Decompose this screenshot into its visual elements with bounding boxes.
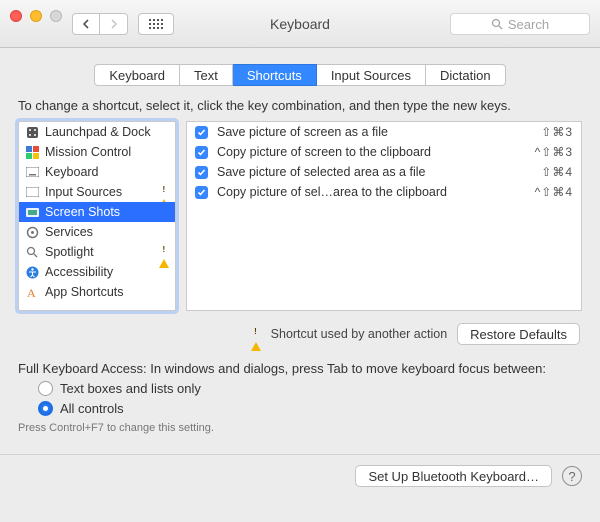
search-icon [491, 18, 503, 30]
shortcut-row[interactable]: Save picture of selected area as a file … [187, 162, 581, 182]
category-app-shortcuts[interactable]: A App Shortcuts [19, 282, 175, 302]
category-spotlight[interactable]: Spotlight [19, 242, 175, 262]
spotlight-icon [25, 245, 39, 259]
shortcut-keys[interactable]: ⇧⌘3 [541, 125, 573, 139]
fka-option-all-controls[interactable]: All controls [38, 401, 582, 416]
category-list[interactable]: Launchpad & Dock Mission Control Keyboar… [18, 121, 176, 311]
warning-icon [251, 327, 261, 342]
shortcut-label: Save picture of screen as a file [217, 125, 532, 139]
shortcut-keys[interactable]: ⇧⌘4 [541, 165, 573, 179]
category-launchpad[interactable]: Launchpad & Dock [19, 122, 175, 142]
fka-hint: Press Control+F7 to change this setting. [18, 422, 582, 434]
mission-control-icon [25, 145, 39, 159]
shortcut-list[interactable]: Save picture of screen as a file ⇧⌘3 Cop… [186, 121, 582, 311]
accessibility-icon [25, 265, 39, 279]
titlebar: Keyboard Search [0, 0, 600, 48]
search-placeholder: Search [508, 17, 549, 32]
tabbar: Keyboard Text Shortcuts Input Sources Di… [18, 64, 582, 86]
fka-option-text-boxes[interactable]: Text boxes and lists only [38, 381, 582, 396]
tab-input-sources[interactable]: Input Sources [317, 64, 426, 86]
restore-defaults-button[interactable]: Restore Defaults [457, 323, 580, 345]
zoom-icon [50, 10, 62, 22]
services-icon [25, 225, 39, 239]
app-shortcuts-icon: A [25, 285, 39, 299]
category-services[interactable]: Services [19, 222, 175, 242]
radio-button[interactable] [38, 401, 53, 416]
nav-buttons [72, 13, 128, 35]
show-all-button[interactable] [138, 13, 174, 35]
category-mission-control[interactable]: Mission Control [19, 142, 175, 162]
close-icon[interactable] [10, 10, 22, 22]
category-accessibility[interactable]: Accessibility [19, 262, 175, 282]
shortcut-label: Save picture of selected area as a file [217, 165, 532, 179]
shortcut-keys[interactable]: ^⇧⌘3 [535, 145, 573, 159]
shortcut-keys[interactable]: ^⇧⌘4 [535, 185, 573, 199]
checkbox[interactable] [195, 146, 208, 159]
shortcut-row[interactable]: Save picture of screen as a file ⇧⌘3 [187, 122, 581, 142]
back-button[interactable] [72, 13, 100, 35]
instruction-text: To change a shortcut, select it, click t… [18, 98, 582, 113]
tab-text[interactable]: Text [180, 64, 233, 86]
category-screen-shots[interactable]: Screen Shots [19, 202, 175, 222]
shortcut-label: Copy picture of sel…area to the clipboar… [217, 185, 526, 199]
svg-text:A: A [27, 286, 36, 299]
input-sources-icon [25, 185, 39, 199]
screenshot-icon [25, 205, 39, 219]
shortcut-row[interactable]: Copy picture of screen to the clipboard … [187, 142, 581, 162]
fka-heading: Full Keyboard Access: In windows and dia… [18, 361, 582, 376]
launchpad-icon [25, 125, 39, 139]
bluetooth-keyboard-button[interactable]: Set Up Bluetooth Keyboard… [355, 465, 552, 487]
forward-button [100, 13, 128, 35]
checkbox[interactable] [195, 126, 208, 139]
tab-keyboard[interactable]: Keyboard [94, 64, 180, 86]
category-input-sources[interactable]: Input Sources [19, 182, 175, 202]
warning-icon [159, 185, 169, 199]
search-input[interactable]: Search [450, 13, 590, 35]
checkbox[interactable] [195, 166, 208, 179]
radio-button[interactable] [38, 381, 53, 396]
tab-dictation[interactable]: Dictation [426, 64, 506, 86]
checkbox[interactable] [195, 186, 208, 199]
warning-icon [159, 245, 169, 259]
window-controls [10, 10, 62, 22]
keyboard-icon [25, 165, 39, 179]
tab-shortcuts[interactable]: Shortcuts [233, 64, 317, 86]
minimize-icon[interactable] [30, 10, 42, 22]
footer: Set Up Bluetooth Keyboard… ? [0, 454, 600, 497]
help-button[interactable]: ? [562, 466, 582, 486]
shortcut-row[interactable]: Copy picture of sel…area to the clipboar… [187, 182, 581, 202]
conflict-note: Shortcut used by another action [271, 327, 448, 341]
shortcut-label: Copy picture of screen to the clipboard [217, 145, 526, 159]
category-keyboard[interactable]: Keyboard [19, 162, 175, 182]
